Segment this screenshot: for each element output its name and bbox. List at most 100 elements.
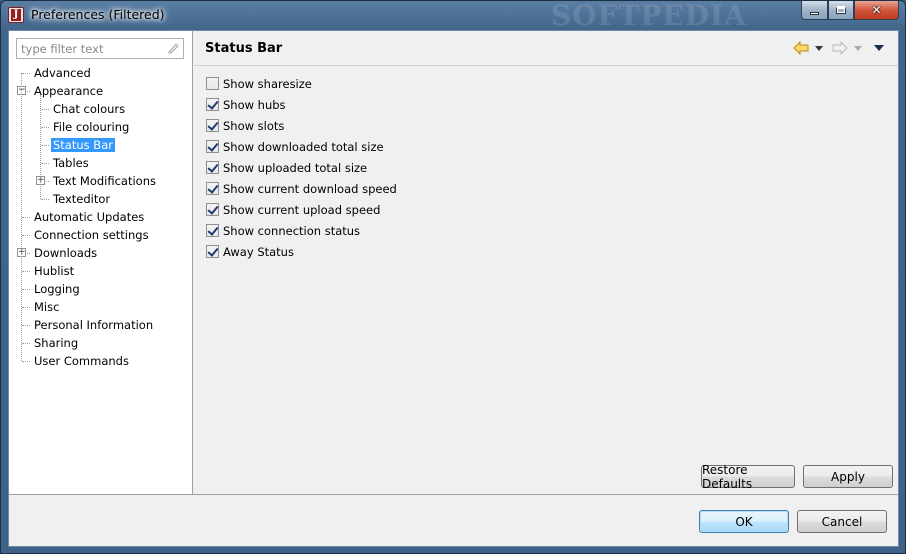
app-icon[interactable]: J bbox=[8, 7, 24, 23]
option-row[interactable]: Show current download speed bbox=[206, 178, 397, 199]
ok-button[interactable]: OK bbox=[699, 510, 789, 533]
option-label: Away Status bbox=[223, 244, 294, 259]
tree-connector bbox=[22, 217, 30, 218]
option-row[interactable]: Show slots bbox=[206, 115, 397, 136]
tree-item-label: Automatic Updates bbox=[34, 210, 145, 224]
header-separator bbox=[194, 65, 898, 66]
title-bar[interactable]: J Preferences (Filtered) SOFTPEDIA ✕ bbox=[1, 0, 905, 32]
close-icon: ✕ bbox=[871, 3, 882, 17]
option-label: Show downloaded total size bbox=[223, 139, 384, 154]
option-label: Show connection status bbox=[223, 223, 361, 238]
tree-root-line bbox=[21, 73, 22, 361]
tree-item-label: Chat colours bbox=[53, 102, 126, 116]
view-menu-icon[interactable] bbox=[874, 45, 884, 51]
cancel-button[interactable]: Cancel bbox=[797, 510, 887, 533]
tree-item[interactable]: Personal Information bbox=[32, 316, 155, 334]
tree-item-label: Status Bar bbox=[51, 138, 115, 152]
tree-connector bbox=[41, 127, 49, 128]
tree-connector bbox=[22, 325, 30, 326]
filter-input[interactable] bbox=[17, 39, 157, 58]
option-checkbox[interactable] bbox=[206, 77, 219, 90]
preferences-window: J Preferences (Filtered) SOFTPEDIA ✕ Adv… bbox=[0, 0, 906, 554]
tree-item[interactable]: Connection settings bbox=[32, 226, 151, 244]
tree-item[interactable]: Hublist bbox=[32, 262, 76, 280]
tree-item[interactable]: Chat colours bbox=[51, 100, 127, 118]
tree-item[interactable]: Automatic Updates bbox=[32, 208, 146, 226]
page-title: Status Bar bbox=[205, 41, 283, 56]
option-row[interactable]: Show hubs bbox=[206, 94, 397, 115]
tree-connector bbox=[22, 343, 30, 344]
tree-item-label: Personal Information bbox=[34, 318, 154, 332]
tree-item[interactable]: Misc bbox=[32, 298, 61, 316]
clear-filter-icon[interactable] bbox=[167, 42, 179, 54]
tree-item[interactable]: File colouring bbox=[51, 118, 131, 136]
close-button[interactable]: ✕ bbox=[854, 1, 899, 20]
option-checkbox[interactable] bbox=[206, 203, 219, 216]
watermark: SOFTPEDIA bbox=[551, 0, 747, 32]
option-label: Show hubs bbox=[223, 97, 286, 112]
option-row[interactable]: Show uploaded total size bbox=[206, 157, 397, 178]
tree-item-label: File colouring bbox=[53, 120, 130, 134]
tree-item[interactable]: Appearance bbox=[32, 82, 105, 100]
tree-item-label: Logging bbox=[34, 282, 80, 296]
back-arrow-icon[interactable] bbox=[793, 41, 809, 55]
tree-connector bbox=[22, 361, 30, 362]
tree-child-line bbox=[40, 95, 41, 199]
minimize-icon bbox=[810, 11, 819, 15]
option-checkbox[interactable] bbox=[206, 182, 219, 195]
option-label: Show uploaded total size bbox=[223, 160, 368, 175]
option-checkbox[interactable] bbox=[206, 224, 219, 237]
tree-item-label: Appearance bbox=[34, 84, 104, 98]
option-checkbox[interactable] bbox=[206, 140, 219, 153]
forward-arrow-icon[interactable] bbox=[832, 41, 848, 55]
minimize-button[interactable] bbox=[801, 1, 828, 20]
option-label: Show sharesize bbox=[223, 76, 312, 91]
tree-item[interactable]: Sharing bbox=[32, 334, 80, 352]
tree-connector bbox=[22, 235, 30, 236]
apply-button[interactable]: Apply bbox=[803, 465, 893, 488]
tree-item[interactable]: Status Bar bbox=[51, 136, 115, 154]
option-label: Show current upload speed bbox=[223, 202, 381, 217]
tree-item-label: Texteditor bbox=[53, 192, 111, 206]
tree-item-label: User Commands bbox=[34, 354, 129, 368]
tree-item-label: Tables bbox=[53, 156, 89, 170]
option-row[interactable]: Show connection status bbox=[206, 220, 397, 241]
tree-connector bbox=[22, 73, 30, 74]
restore-defaults-button[interactable]: Restore Defaults bbox=[701, 463, 795, 491]
option-label: Show current download speed bbox=[223, 181, 397, 196]
tree-item-label: Advanced bbox=[34, 66, 91, 80]
tree-connector bbox=[22, 307, 30, 308]
tree-connector bbox=[41, 109, 49, 110]
option-checkbox[interactable] bbox=[206, 119, 219, 132]
tree-item[interactable]: Advanced bbox=[32, 64, 93, 82]
tree-item-label: Sharing bbox=[34, 336, 79, 350]
option-checkbox[interactable] bbox=[206, 161, 219, 174]
forward-menu-dropdown-icon[interactable] bbox=[854, 45, 862, 51]
tree-item[interactable]: Logging bbox=[32, 280, 82, 298]
option-checkbox[interactable] bbox=[206, 98, 219, 111]
dialog-client-area: AdvancedAppearance−Chat coloursFile colo… bbox=[8, 30, 899, 547]
back-menu-dropdown-icon[interactable] bbox=[815, 45, 823, 51]
tree-item[interactable]: Downloads bbox=[32, 244, 99, 262]
filter-box[interactable] bbox=[16, 38, 184, 59]
status-bar-options: Show sharesize Show hubs Show slots Show do… bbox=[206, 73, 397, 262]
window-title: Preferences (Filtered) bbox=[31, 7, 165, 22]
maximize-button[interactable] bbox=[828, 1, 854, 20]
option-row[interactable]: Away Status bbox=[206, 241, 397, 262]
tree-item-label: Text Modifications bbox=[53, 174, 157, 188]
maximize-icon bbox=[836, 6, 846, 14]
option-checkbox[interactable] bbox=[206, 245, 219, 258]
option-row[interactable]: Show current upload speed bbox=[206, 199, 397, 220]
page-navigation bbox=[793, 41, 890, 55]
tree-item-label: Connection settings bbox=[34, 228, 149, 242]
tree-connector bbox=[41, 199, 49, 200]
preference-tree-pane: AdvancedAppearance−Chat coloursFile colo… bbox=[9, 31, 193, 494]
tree-item[interactable]: User Commands bbox=[32, 352, 131, 370]
tree-item[interactable]: Tables bbox=[51, 154, 91, 172]
tree-connector bbox=[41, 163, 49, 164]
option-row[interactable]: Show downloaded total size bbox=[206, 136, 397, 157]
tree-item[interactable]: Texteditor bbox=[51, 190, 112, 208]
tree-item-label: Hublist bbox=[34, 264, 75, 278]
option-row[interactable]: Show sharesize bbox=[206, 73, 397, 94]
tree-item[interactable]: Text Modifications bbox=[51, 172, 158, 190]
